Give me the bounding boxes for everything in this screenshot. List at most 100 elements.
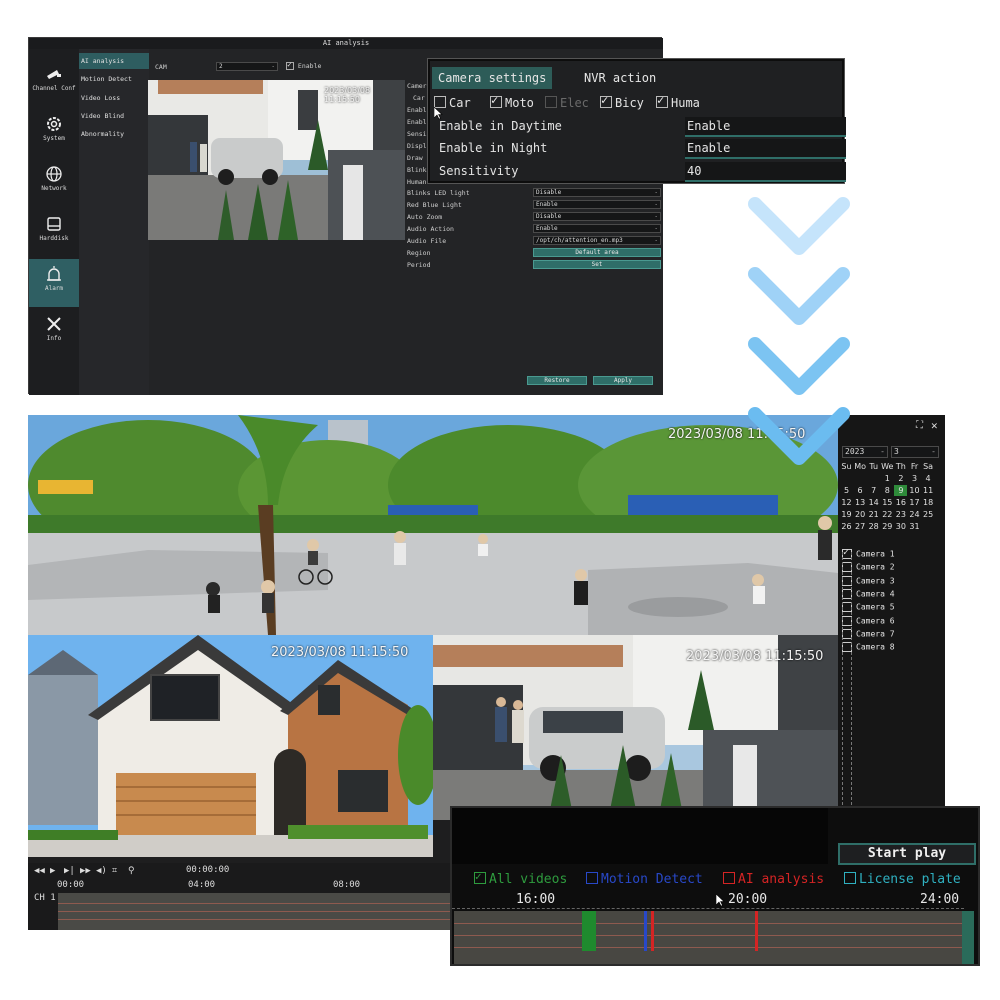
calendar-day[interactable]: 19: [840, 509, 853, 520]
start-play-button[interactable]: Start play: [838, 843, 976, 865]
checkbox-icon[interactable]: [723, 872, 735, 884]
nav-channel-conf[interactable]: Channel Conf: [29, 59, 79, 107]
calendar-day[interactable]: 16: [894, 497, 907, 508]
calendar-day[interactable]: 3: [908, 473, 921, 484]
nav-info[interactable]: Info: [29, 309, 79, 357]
night-select[interactable]: Enable: [685, 139, 846, 159]
calendar-day[interactable]: 23: [894, 509, 907, 520]
event-marker-ai[interactable]: [755, 911, 758, 951]
calendar-day[interactable]: 13: [854, 497, 867, 508]
default-area-button[interactable]: Default area: [533, 248, 661, 257]
event-marker-motion[interactable]: [644, 911, 647, 951]
target-huma[interactable]: Huma: [656, 93, 700, 110]
period-set-button[interactable]: Set: [533, 260, 661, 269]
row-select[interactable]: Enable: [533, 224, 661, 233]
calendar-day[interactable]: 22: [881, 509, 894, 520]
fullscreen-icon[interactable]: ⛶: [916, 420, 923, 431]
camera-tile-skatepark[interactable]: 2023/03/08 11:15:50: [28, 415, 838, 635]
daytime-select[interactable]: Enable: [685, 117, 846, 137]
calendar-day[interactable]: 24: [908, 509, 921, 520]
zoom-icon[interactable]: ⚲: [128, 866, 135, 876]
calendar-day[interactable]: 1: [881, 473, 894, 484]
apply-button[interactable]: Apply: [593, 376, 653, 385]
fast-forward-icon[interactable]: ▶▶: [80, 866, 91, 876]
calendar-day[interactable]: 17: [908, 497, 921, 508]
menu-abnormality[interactable]: Abnormality: [79, 126, 149, 142]
legend-all-videos[interactable]: All videos: [474, 870, 567, 887]
row-select[interactable]: Disable: [533, 212, 661, 221]
calendar-day[interactable]: 15: [881, 497, 894, 508]
calendar-day[interactable]: 27: [854, 521, 867, 532]
row-select[interactable]: Disable: [533, 188, 661, 197]
camera-list-scrollbar[interactable]: [842, 552, 852, 810]
nav-alarm[interactable]: Alarm: [29, 259, 79, 307]
month-select[interactable]: 3: [891, 446, 939, 458]
tab-nvr-action[interactable]: NVR action: [578, 67, 662, 89]
menu-video-blind[interactable]: Video Blind: [79, 108, 149, 124]
enable-checkbox[interactable]: Enable: [286, 60, 321, 70]
calendar-day[interactable]: 7: [867, 485, 880, 496]
sensitivity-input[interactable]: 40: [685, 162, 846, 182]
calendar-day[interactable]: 5: [840, 485, 853, 496]
menu-video-loss[interactable]: Video Loss: [79, 90, 149, 106]
tab-camera-settings[interactable]: Camera settings: [432, 67, 553, 89]
checkbox-icon[interactable]: [844, 872, 856, 884]
calendar-day[interactable]: 26: [840, 521, 853, 532]
camera-tile-driveway[interactable]: 2023/03/08 11:15:50: [433, 635, 838, 820]
channel-timeline-track[interactable]: [58, 893, 450, 930]
nav-harddisk[interactable]: Harddisk: [29, 209, 79, 257]
calendar-day[interactable]: 9: [894, 485, 908, 496]
legend-ai-analysis[interactable]: AI analysis: [723, 872, 824, 887]
enable-check-icon[interactable]: [286, 60, 294, 70]
calendar-day[interactable]: 8: [881, 485, 894, 496]
calendar-day[interactable]: 12: [840, 497, 853, 508]
close-icon[interactable]: ✕: [931, 419, 938, 432]
calendar-day[interactable]: 18: [922, 497, 935, 508]
calendar-day[interactable]: 6: [854, 485, 867, 496]
row-select[interactable]: Enable: [533, 200, 661, 209]
checkbox-icon[interactable]: [600, 93, 612, 108]
event-timeline-track[interactable]: [454, 911, 966, 964]
play-icon[interactable]: ▶: [50, 866, 55, 876]
calendar-day[interactable]: 21: [867, 509, 880, 520]
calendar-day[interactable]: 4: [922, 473, 935, 484]
row-select[interactable]: /opt/ch/attention_en.mp3: [533, 236, 661, 245]
calendar-day[interactable]: 20: [854, 509, 867, 520]
crop-icon[interactable]: ⌗: [112, 866, 117, 876]
legend-motion-detect[interactable]: Motion Detect: [586, 872, 703, 887]
event-marker-ai[interactable]: [651, 911, 654, 951]
menu-motion-detect[interactable]: Motion Detect: [79, 71, 149, 87]
setting-label: Enable in Daytime: [439, 119, 562, 133]
nav-system[interactable]: System: [29, 109, 79, 157]
target-moto[interactable]: Moto: [490, 93, 534, 110]
calendar-day[interactable]: 2: [894, 473, 907, 484]
rewind-icon[interactable]: ◀◀: [34, 866, 45, 876]
target-bicy[interactable]: Bicy: [600, 93, 644, 110]
checkbox-icon[interactable]: [490, 93, 502, 108]
menu-ai-analysis[interactable]: AI analysis: [79, 53, 149, 69]
timeline-tick: 24:00: [920, 892, 960, 907]
timeline-scroll-handle[interactable]: [962, 911, 974, 964]
calendar-day[interactable]: 11: [922, 485, 935, 496]
event-marker-all-videos[interactable]: [582, 911, 596, 951]
camera-tile-house[interactable]: 2023/03/08 11:15:50: [28, 635, 433, 857]
calendar-day[interactable]: 10: [908, 485, 921, 496]
calendar-day[interactable]: 25: [922, 509, 935, 520]
cam-select[interactable]: 2: [216, 62, 278, 71]
checkbox-icon[interactable]: [586, 872, 598, 884]
legend-license-plate[interactable]: License plate: [844, 872, 961, 887]
calendar-day[interactable]: 31: [908, 521, 921, 532]
nav-network[interactable]: Network: [29, 159, 79, 207]
volume-icon[interactable]: ◀): [96, 866, 107, 876]
step-forward-icon[interactable]: ▶|: [64, 866, 75, 876]
camera-label: Camera 4: [856, 589, 895, 599]
calendar-day[interactable]: 28: [867, 521, 880, 532]
camera-icon: [47, 70, 61, 79]
calendar-day[interactable]: 29: [881, 521, 894, 532]
checkbox-icon[interactable]: [474, 870, 486, 884]
restore-button[interactable]: Restore: [527, 376, 587, 385]
calendar-day[interactable]: 14: [867, 497, 880, 508]
gear-icon: [47, 117, 61, 131]
calendar-day[interactable]: 30: [894, 521, 907, 532]
checkbox-icon[interactable]: [656, 93, 668, 108]
